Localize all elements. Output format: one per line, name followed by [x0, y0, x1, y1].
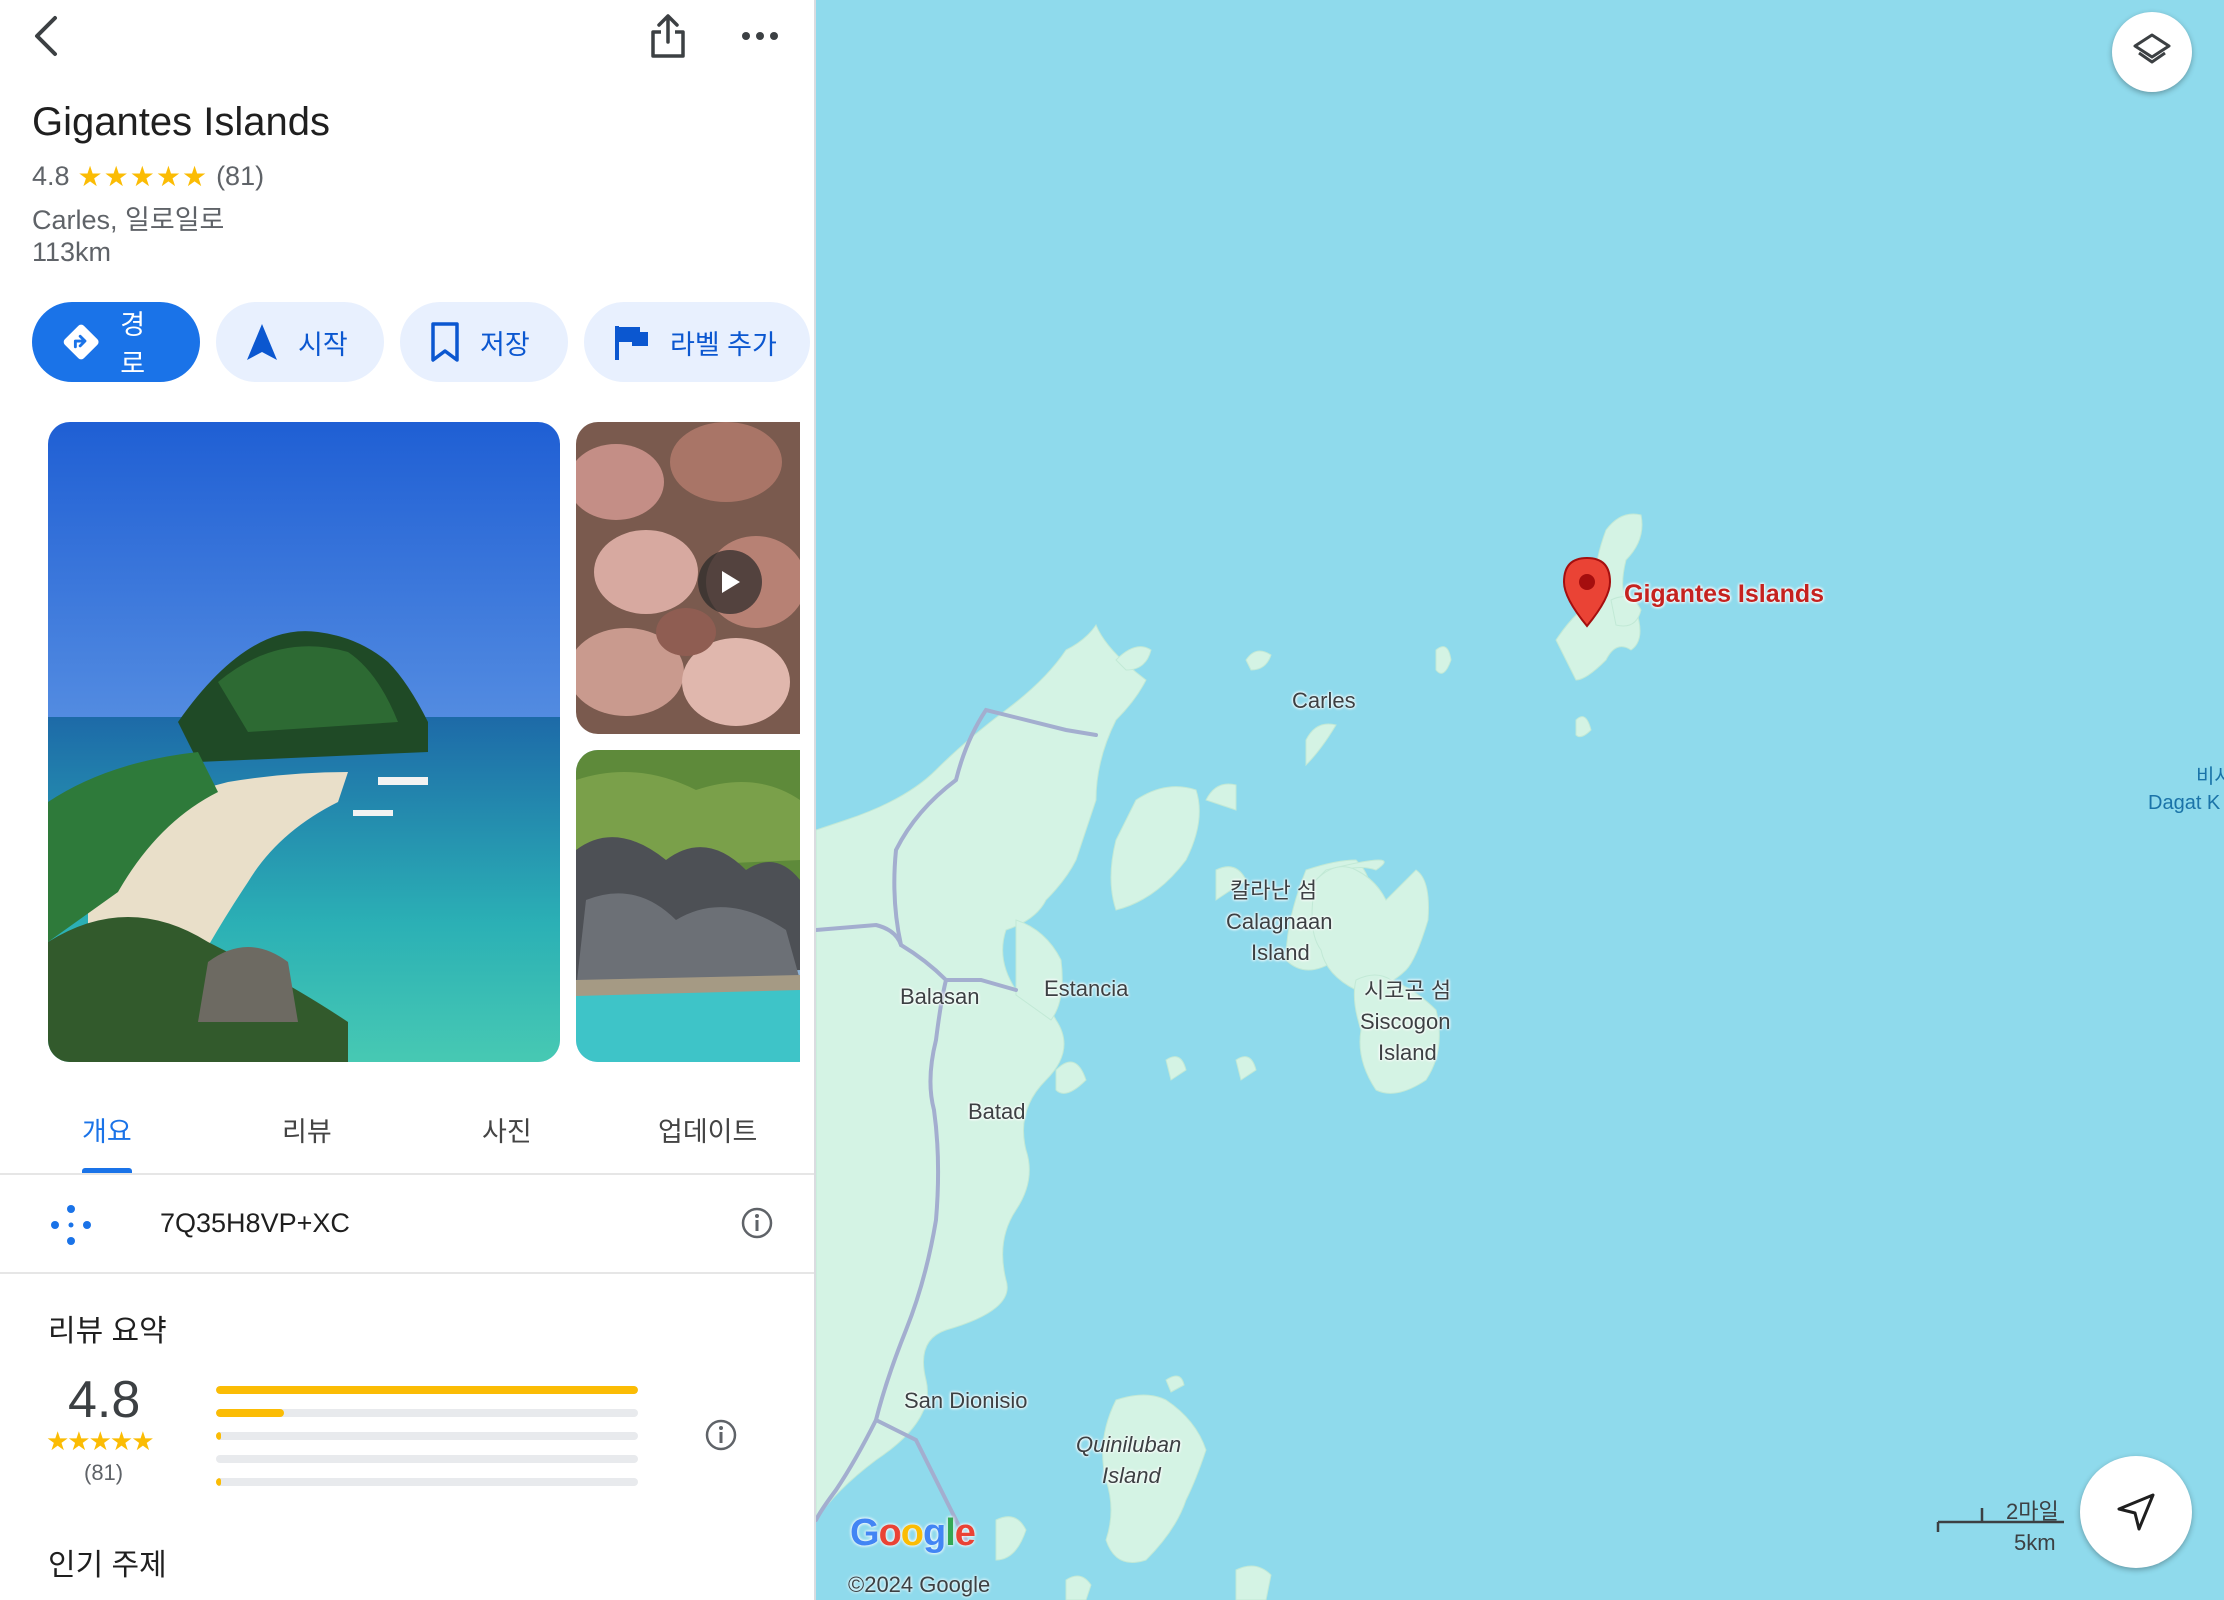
place-panel: Gigantes Islands 4.8 ★★★★★ (81) Carles, …: [0, 0, 816, 1600]
rating-value: 4.8: [32, 161, 70, 191]
map-label-quiniluban-2: Island: [1102, 1463, 1161, 1488]
rating-bar-4[interactable]: [216, 1409, 638, 1417]
summary-stars-icon: ★★★★★: [46, 1426, 155, 1456]
tab-bar: 개요 리뷰 사진 업데이트: [0, 1100, 814, 1174]
share-icon: [651, 14, 685, 58]
summary-count: (81): [84, 1460, 124, 1485]
limestone-cliffs-photo: [576, 750, 800, 1062]
google-logo: Google: [850, 1512, 976, 1554]
rating-stars-icon: ★★★★★: [77, 161, 209, 192]
share-button[interactable]: [642, 10, 694, 62]
rating-bar-fill: [216, 1386, 638, 1394]
flag-icon: [615, 326, 648, 360]
section-divider: [0, 1272, 814, 1274]
map-label-siscogon-2: Island: [1378, 1040, 1437, 1065]
play-icon: [722, 571, 740, 593]
my-location-button[interactable]: [2080, 1456, 2192, 1568]
tab-updates[interactable]: 업데이트: [658, 1110, 757, 1149]
marker-label[interactable]: Gigantes Islands: [1624, 580, 1824, 609]
directions-icon: [63, 324, 99, 360]
add-label-label: 라벨 추가: [670, 329, 777, 360]
map-label-calagnaan-1: Calagnaan: [1226, 909, 1333, 934]
save-button[interactable]: 저장: [400, 302, 568, 382]
map-view[interactable]: Gigantes Islands Carles 칼라난 섬 Calagnaan …: [816, 0, 2224, 1600]
plus-code-row[interactable]: 7Q35H8VP+XC: [0, 1176, 814, 1272]
map-label-balasan: Balasan: [900, 984, 980, 1009]
photo-thumbnail[interactable]: [576, 750, 800, 1062]
tab-reviews[interactable]: 리뷰: [282, 1110, 332, 1149]
map-label-sea-en: Dagat K: [2148, 792, 2221, 814]
action-buttons: 경로 시작 저장 라벨 추가: [32, 302, 810, 382]
location-pin-icon[interactable]: [1560, 556, 1614, 628]
more-options-button[interactable]: [734, 14, 786, 58]
tab-divider: [0, 1173, 814, 1175]
place-distance: 113km: [32, 237, 112, 267]
place-address: Carles, 일로일로: [32, 205, 225, 235]
review-summary-heading: 리뷰 요약: [48, 1315, 167, 1348]
info-icon[interactable]: [740, 1206, 774, 1240]
plus-code-icon: [51, 1205, 91, 1245]
plus-code-text: 7Q35H8VP+XC: [160, 1208, 350, 1238]
scale-miles: 2마일: [2006, 1499, 2059, 1524]
rating-bar-fill: [216, 1478, 222, 1486]
map-canvas: [816, 513, 1643, 1600]
main-photo[interactable]: [48, 422, 560, 1062]
popular-topics-heading: 인기 주제: [48, 1549, 167, 1582]
review-info-icon[interactable]: [704, 1418, 738, 1452]
more-horizontal-icon: [742, 32, 778, 40]
map-label-siscogon-ko: 시코곤 섬: [1364, 978, 1452, 1003]
map-label-quiniluban-1: Quiniluban: [1076, 1432, 1182, 1457]
tab-overview[interactable]: 개요: [82, 1110, 132, 1149]
bookmark-icon: [431, 322, 459, 362]
layers-button[interactable]: [2112, 12, 2192, 92]
add-label-button[interactable]: 라벨 추가: [584, 302, 810, 382]
summary-rating: 4.8: [68, 1371, 141, 1429]
map-copyright: ©2024 Google: [848, 1572, 991, 1597]
video-thumbnail[interactable]: [576, 422, 800, 734]
map-label-estancia: Estancia: [1044, 976, 1129, 1001]
rating-row[interactable]: 4.8 ★★★★★ (81): [32, 160, 264, 193]
map-label-sea-ko: 비사: [2196, 766, 2224, 788]
directions-label: 경로: [120, 310, 146, 379]
shells-photo: [576, 422, 800, 734]
back-button[interactable]: [22, 12, 70, 60]
map-label-san-dionisio: San Dionisio: [904, 1388, 1028, 1413]
scale-km: 5km: [2014, 1530, 2056, 1555]
navigation-arrow-outline-icon: [2117, 1493, 2155, 1531]
review-count: (81): [216, 161, 265, 191]
beach-island-photo: [48, 422, 560, 1062]
rating-bar-1[interactable]: [216, 1478, 638, 1486]
rating-bar-fill: [216, 1409, 284, 1417]
start-button[interactable]: 시작: [216, 302, 384, 382]
layers-icon: [2133, 33, 2171, 64]
place-title: Gigantes Islands: [32, 100, 330, 144]
panel-toolbar: [0, 0, 814, 72]
directions-button[interactable]: 경로: [32, 302, 200, 382]
map-label-siscogon-1: Siscogon: [1360, 1009, 1451, 1034]
navigation-arrow-icon: [247, 324, 277, 360]
chevron-left-icon: [35, 16, 57, 56]
map-label-calagnaan-ko: 칼라난 섬: [1230, 878, 1318, 903]
map-label-calagnaan-2: Island: [1251, 940, 1310, 965]
map-label-carles: Carles: [1292, 688, 1356, 713]
rating-bar-3[interactable]: [216, 1432, 638, 1440]
play-button[interactable]: [698, 550, 762, 614]
save-label: 저장: [480, 329, 530, 360]
start-label: 시작: [298, 329, 348, 360]
rating-bar-5[interactable]: [216, 1386, 638, 1394]
rating-bar-fill: [216, 1432, 222, 1440]
tab-photos[interactable]: 사진: [482, 1110, 532, 1149]
rating-bar-2[interactable]: [216, 1455, 638, 1463]
map-label-batad: Batad: [968, 1099, 1026, 1124]
